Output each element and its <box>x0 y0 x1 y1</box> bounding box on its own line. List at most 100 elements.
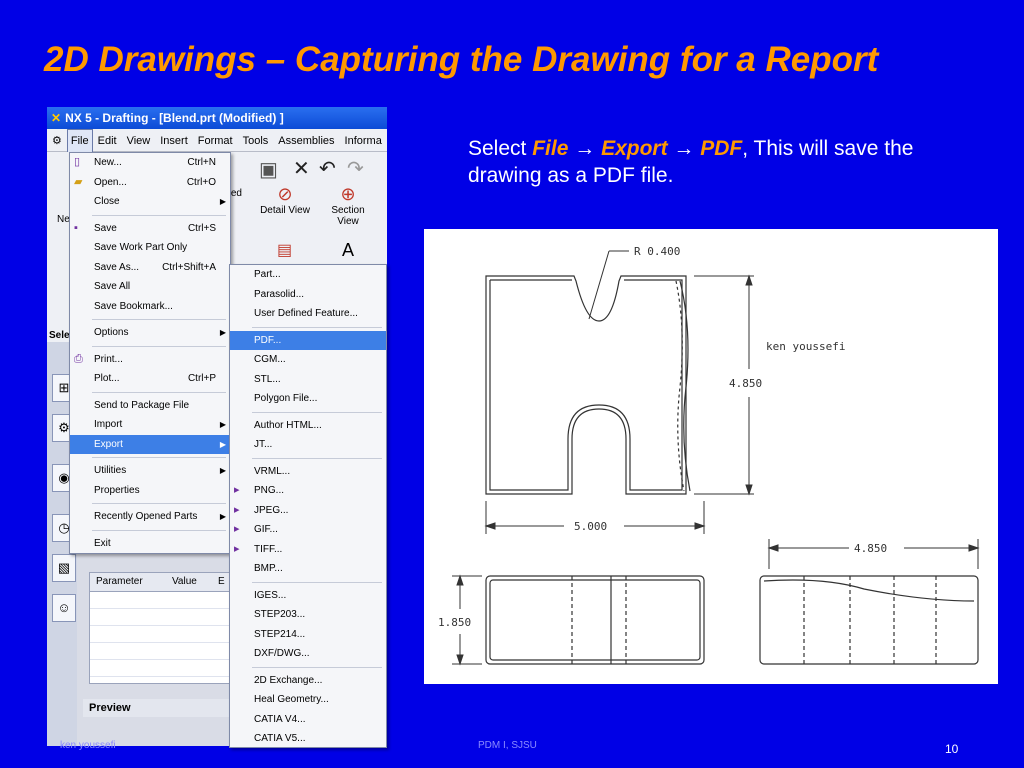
export-menu-item-pdf[interactable]: PDF... <box>230 330 386 350</box>
menu-file[interactable]: File <box>66 129 93 153</box>
menu-separator <box>92 457 226 458</box>
export-menu-item-stl[interactable]: STL... <box>230 370 386 390</box>
menu-tools[interactable]: Tools <box>238 130 274 152</box>
submenu-arrow-icon: ▶ <box>219 439 226 449</box>
author-note: ken youssefi <box>766 340 845 353</box>
menubar-icon: ⚙ <box>52 135 62 147</box>
export-menu-item-label: PDF... <box>254 334 282 346</box>
shortcut-label: Ctrl+O <box>186 176 216 188</box>
export-menu-item-label: Parasolid... <box>254 288 305 300</box>
file-menu-item-import[interactable]: Import ▶ <box>70 415 230 435</box>
menu-assemblies[interactable]: Assemblies <box>273 130 339 152</box>
section-view-label: Section View <box>331 205 365 227</box>
export-menu-item-label: STEP203... <box>254 609 306 620</box>
file-menu-item-export[interactable]: Export ▶ <box>70 434 230 454</box>
menu-separator <box>92 529 226 531</box>
file-menu-item-label: New... <box>94 157 122 168</box>
export-menu-item-author-html[interactable]: Author HTML... <box>230 416 386 436</box>
file-menu-item-label: Save <box>94 222 117 234</box>
export-menu-item-cgm[interactable]: CGM... <box>230 350 386 370</box>
export-menu-item-heal-geometry[interactable]: Heal Geometry... <box>230 690 386 710</box>
shortcut-label: Ctrl+Shift+A <box>162 261 216 273</box>
export-menu-item-catia-v5[interactable]: CATIA V5... <box>230 729 386 747</box>
text-annotation-icon[interactable]: A <box>342 240 354 261</box>
file-menu-item-save-as[interactable]: Save As... Ctrl+Shift+A <box>70 258 230 278</box>
undo-icon[interactable]: ↶ <box>319 156 336 181</box>
print-icon: ⎙ <box>74 352 83 365</box>
menu-separator <box>92 214 226 216</box>
export-submenu: Part... Parasolid... User Defined Feature.… <box>229 264 387 748</box>
export-menu-item-catia-v4[interactable]: CATIA V4... <box>230 710 386 730</box>
file-menu-item-print[interactable]: ⎙ Print... <box>70 350 230 370</box>
grid-header-value: Value <box>172 576 197 587</box>
file-menu-item-exit[interactable]: Exit <box>70 534 230 554</box>
drawing-view-icon[interactable]: ▤ <box>277 240 292 260</box>
file-menu-item-label: Save Work Part Only <box>94 242 188 253</box>
menu-format[interactable]: Format <box>193 130 238 152</box>
grid-row <box>90 609 230 626</box>
export-menu-item-dxf-dwg[interactable]: DXF/DWG... <box>230 644 386 664</box>
details-grid: Parameter Value E <box>89 572 231 684</box>
file-menu-item-label: Close <box>94 196 120 207</box>
file-menu-item-close[interactable]: Close ▶ <box>70 192 230 212</box>
menu-separator <box>252 666 382 668</box>
detail-view-button[interactable]: ⊘ Detail View <box>255 184 315 216</box>
file-menu-item-new[interactable]: ▯ New... Ctrl+N <box>70 153 230 173</box>
file-menu-item-label: Recently Opened Parts <box>94 511 198 522</box>
file-menu-item-label: Save As... <box>94 261 140 273</box>
file-menu-item-plot[interactable]: Plot... Ctrl+P <box>70 369 230 389</box>
detail-view-label: Detail View <box>260 205 310 216</box>
export-menu-item-jt[interactable]: JT... <box>230 435 386 455</box>
export-menu-item-bmp[interactable]: BMP... <box>230 559 386 579</box>
file-menu-item-save-bookmark[interactable]: Save Bookmark... <box>70 297 230 317</box>
export-menu-item-iges[interactable]: IGES... <box>230 586 386 606</box>
export-menu-item-vrml[interactable]: VRML... <box>230 462 386 482</box>
copy-icon[interactable]: ▣ <box>259 157 278 182</box>
export-menu-item-part[interactable]: Part... <box>230 265 386 285</box>
roles-icon[interactable]: ☺ <box>52 594 76 622</box>
submenu-arrow-icon: ▶ <box>219 466 226 475</box>
save-icon: ▪ <box>74 221 78 234</box>
open-folder-icon: ▰ <box>74 175 83 188</box>
menu-edit[interactable]: Edit <box>93 130 122 152</box>
menu-view[interactable]: View <box>122 130 156 152</box>
export-menu-item-png[interactable]: ▸ PNG... <box>230 481 386 501</box>
tiff-icon: ▸ <box>234 542 240 555</box>
export-menu-item-label: GIF... <box>254 524 278 535</box>
menu-information[interactable]: Informa <box>340 130 387 152</box>
file-menu-item-label: Options <box>94 327 129 338</box>
file-menu-item-recently-opened-parts[interactable]: Recently Opened Parts ▶ <box>70 507 230 527</box>
export-menu-item-label: PNG... <box>254 485 285 496</box>
export-menu-item-gif[interactable]: ▸ GIF... <box>230 520 386 540</box>
export-menu-item-polygon-file[interactable]: Polygon File... <box>230 389 386 409</box>
export-menu-item-2d-exchange[interactable]: 2D Exchange... <box>230 671 386 691</box>
export-menu-item-parasolid[interactable]: Parasolid... <box>230 285 386 305</box>
file-menu-item-save[interactable]: ▪ Save Ctrl+S <box>70 219 230 239</box>
export-menu-item-step214[interactable]: STEP214... <box>230 625 386 645</box>
file-menu-item-utilities[interactable]: Utilities ▶ <box>70 461 230 481</box>
file-menu-item-send-to-package-file[interactable]: Send to Package File <box>70 396 230 416</box>
export-menu-item-label: STEP214... <box>254 628 306 640</box>
export-menu-item-jpeg[interactable]: ▸ JPEG... <box>230 501 386 521</box>
footer-author: ken youssefi <box>60 740 116 751</box>
section-view-button[interactable]: ⊕ Section View <box>323 184 373 227</box>
file-menu-item-open[interactable]: ▰ Open... Ctrl+O <box>70 173 230 193</box>
export-menu-item-label: STL... <box>254 373 281 385</box>
export-menu-item-tiff[interactable]: ▸ TIFF... <box>230 540 386 560</box>
menu-insert[interactable]: Insert <box>155 130 193 152</box>
width-dimension-label: 5.000 <box>574 520 607 533</box>
palette-icon[interactable]: ▧ <box>52 554 76 582</box>
redo-icon[interactable]: ↷ <box>347 156 364 181</box>
export-menu-item-step203[interactable]: STEP203... <box>230 605 386 625</box>
desc-prefix: Select <box>468 137 533 160</box>
export-menu-item-user-defined-feature[interactable]: User Defined Feature... <box>230 304 386 324</box>
delete-icon[interactable]: ✕ <box>293 156 310 181</box>
gif-icon: ▸ <box>234 523 240 535</box>
file-menu-item-options[interactable]: Options ▶ <box>70 323 230 343</box>
file-menu-item-save-work-part-only[interactable]: Save Work Part Only <box>70 238 230 258</box>
grid-header-extra: E <box>218 576 225 587</box>
grid-row <box>90 626 230 643</box>
export-menu-item-label: IGES... <box>254 589 287 601</box>
file-menu-item-save-all[interactable]: Save All <box>70 277 230 297</box>
file-menu-item-properties[interactable]: Properties <box>70 481 230 501</box>
